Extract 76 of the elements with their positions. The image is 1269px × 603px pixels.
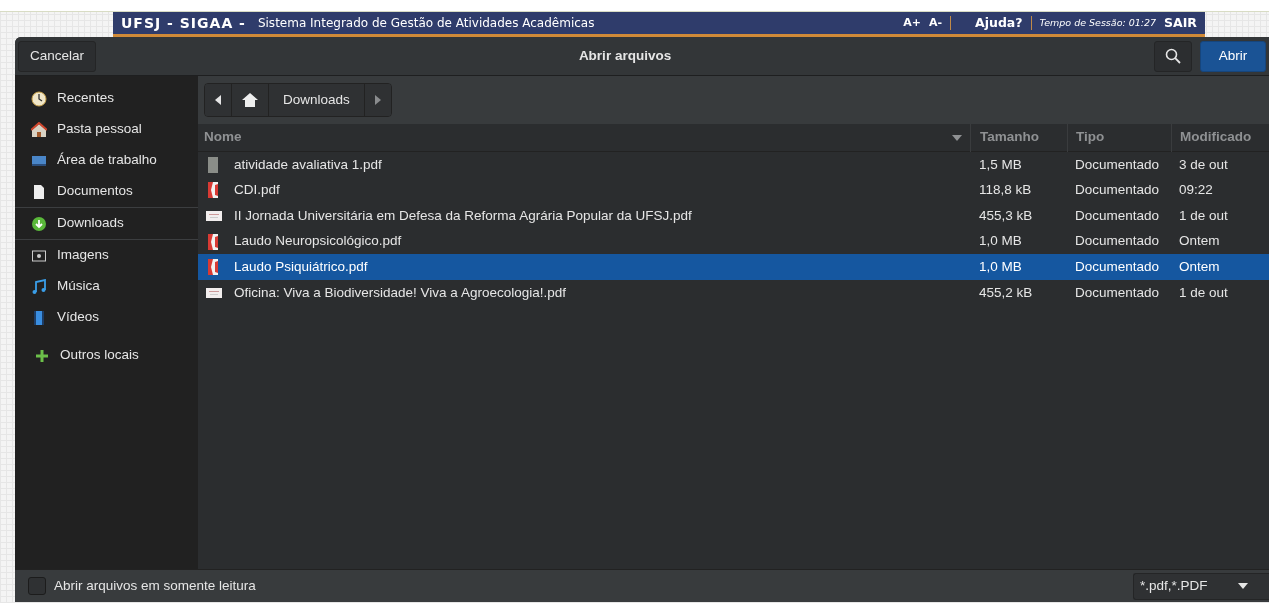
sort-arrow-icon	[952, 134, 962, 141]
file-modified-date: Ontem	[1179, 233, 1220, 249]
file-size: 118,8 kB	[979, 182, 1032, 198]
file-modified-date: 3 de out	[1179, 156, 1228, 172]
sidebar-item[interactable]: Downloads	[15, 208, 198, 239]
font-decrease-link[interactable]: A-	[928, 14, 943, 32]
file-row[interactable]: CDI.pdf 118,8 kB Documentado 09:22	[198, 177, 1269, 204]
site-brand: UFSJ - SIGAA -	[121, 13, 246, 33]
file-type: Documentado	[1075, 233, 1160, 249]
sidebar-item[interactable]: Imagens	[15, 240, 198, 271]
image-icon	[31, 247, 47, 264]
help-link[interactable]: Ajuda?	[975, 13, 1023, 33]
right-arrow-icon	[374, 95, 381, 105]
file-filter-dropdown[interactable]: *.pdf,*.PDF	[1133, 572, 1269, 600]
left-arrow-icon	[215, 95, 221, 105]
file-modified-date: 09:22	[1179, 182, 1213, 198]
column-header[interactable]: Tipo	[1076, 127, 1105, 148]
home-icon	[31, 121, 47, 138]
sidebar-item[interactable]: Música	[15, 271, 198, 302]
sidebar-item[interactable]: Pasta pessoal	[15, 114, 198, 145]
file-row[interactable]: II Jornada Universitária em Defesa da Reforma Agrária Popular da UFSJ.pdf 455,3 kB Documentado 1 de out	[198, 203, 1269, 229]
file-name: atividade avaliativa 1.pdf	[234, 155, 382, 174]
file-size: 455,2 kB	[979, 284, 1033, 300]
file-modified-date: 1 de out	[1179, 284, 1228, 300]
sidebar-item[interactable]: Área de trabalho	[15, 145, 198, 176]
open-button[interactable]: Abrir	[1200, 40, 1266, 72]
logout-link[interactable]: SAIR	[1164, 13, 1197, 33]
file-modified-date: 1 de out	[1179, 207, 1228, 223]
file-size: 455,3 kB	[979, 207, 1033, 223]
home-button[interactable]	[232, 84, 269, 116]
file-icon	[206, 208, 222, 224]
forward-button[interactable]	[364, 84, 391, 116]
sidebar-item[interactable]: Documentos	[15, 176, 198, 207]
file-row[interactable]: Laudo Neuropsicológico.pdf 1,0 MB Documentado Ontem	[198, 228, 1269, 255]
search-button[interactable]	[1154, 40, 1192, 72]
film-icon	[31, 309, 47, 326]
file-name: II Jornada Universitária em Defesa da Reforma Agrária Popular da UFSJ.pdf	[234, 206, 692, 225]
document-icon	[31, 183, 47, 200]
column-header[interactable]: Nome	[204, 127, 242, 148]
file-name: Oficina: Viva a Biodiversidade! Viva a Agroecologia!.pdf	[234, 283, 566, 302]
file-name: CDI.pdf	[234, 181, 280, 200]
sidebar-item[interactable]: Vídeos	[15, 302, 198, 333]
file-modified-date: Ontem	[1179, 259, 1220, 275]
file-size: 1,0 MB	[979, 259, 1022, 275]
music-note-icon	[31, 278, 47, 295]
site-subtitle: Sistema Integrado de Gestão de Atividades Acadêmicas	[257, 15, 595, 32]
font-increase-link[interactable]: A+	[903, 14, 921, 32]
home-icon	[242, 93, 258, 107]
file-name: Laudo Neuropsicológico.pdf	[234, 232, 402, 251]
plus-icon	[34, 347, 50, 364]
file-type: Documentado	[1075, 182, 1160, 198]
sidebar-item[interactable]: Recentes	[15, 83, 198, 114]
download-icon	[31, 215, 47, 232]
session-timer: Tempo de Sessão: 01:27	[1039, 15, 1157, 30]
dialog-title: Abrir arquivos	[578, 47, 672, 63]
read-only-checkbox[interactable]	[28, 577, 46, 595]
read-only-label: Abrir arquivos em somente leitura	[54, 576, 256, 595]
column-header[interactable]: Tamanho	[980, 127, 1039, 148]
file-name: Laudo Psiquiátrico.pdf	[234, 258, 368, 277]
back-button[interactable]	[205, 84, 232, 116]
file-row[interactable]: atividade avaliativa 1.pdf 1,5 MB Documentado 3 de out	[198, 152, 1269, 178]
cancel-button[interactable]: Cancelar	[18, 40, 97, 72]
caret-icon	[1237, 583, 1248, 589]
search-icon	[1165, 48, 1181, 64]
column-header[interactable]: Modificado	[1180, 127, 1252, 148]
clock-icon	[31, 90, 47, 107]
file-type: Documentado	[1075, 284, 1160, 300]
file-size: 1,0 MB	[979, 233, 1022, 249]
file-row[interactable]: Oficina: Viva a Biodiversidade! Viva a Agroecologia!.pdf 455,2 kB Documentado 1 de out	[198, 279, 1269, 306]
path-segment-button[interactable]: Downloads	[269, 84, 365, 116]
sidebar-item[interactable]: Outros locais	[15, 340, 198, 371]
file-type: Documentado	[1075, 207, 1160, 223]
file-size: 1,5 MB	[979, 156, 1022, 172]
file-type: Documentado	[1075, 156, 1160, 172]
file-type: Documentado	[1075, 259, 1160, 275]
file-row[interactable]: Laudo Psiquiátrico.pdf 1,0 MB Documentado Ontem	[198, 254, 1269, 280]
